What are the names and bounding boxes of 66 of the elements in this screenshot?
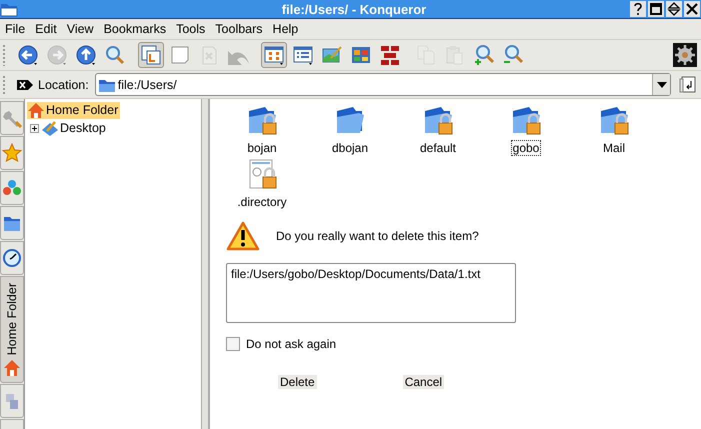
checkbox-label[interactable]: Do not ask again [246,337,336,351]
file-name[interactable]: Mail [600,140,627,156]
search-icon [104,44,126,66]
caret-icon [656,82,666,88]
delete-button[interactable]: Delete [278,375,317,389]
blank-page-icon [169,44,191,66]
menu-item[interactable]: View [66,22,94,36]
star-icon [2,143,22,163]
shade-icon[interactable] [666,1,682,17]
sidebar-tab[interactable] [0,136,24,170]
tree-item[interactable]: Desktop [41,120,108,136]
locked-folder-icon[interactable] [422,105,454,137]
menu-item[interactable]: Tools [176,22,206,36]
checkbox[interactable] [226,337,240,351]
file-name[interactable]: default [418,140,458,156]
sidebar-tab[interactable]: Home Folder [0,276,24,384]
wrench-icon [2,108,22,128]
file-name[interactable]: bojan [245,140,279,156]
gear-logo-icon [673,43,697,67]
toolbar-handle[interactable] [2,75,6,94]
path-list: file:/Users/gobo/Desktop/Documents/Data/1.txt [226,263,516,323]
file-name[interactable]: gobo [510,140,542,156]
menu-item[interactable]: Edit [35,22,57,36]
toolbar-handle[interactable] [2,44,6,66]
icon-grid-icon [263,44,285,66]
plus-icon [30,124,39,132]
file-name[interactable]: .directory [235,194,289,210]
location-field[interactable]: file:/Users/ [94,73,671,96]
go-icon[interactable] [679,76,697,94]
locked-folder-icon[interactable] [246,105,278,137]
close-icon[interactable] [684,1,700,17]
desktop-icon [41,120,59,136]
dropdown-button[interactable] [652,74,670,95]
file-name[interactable]: dbojan [330,140,370,156]
sidebar-tab[interactable] [0,206,24,240]
splitter-handle[interactable] [201,99,209,429]
split-window-icon [140,44,162,66]
menu-item[interactable]: File [5,22,26,36]
detail-list-icon [292,44,314,66]
menu-item[interactable]: Help [272,22,298,36]
location-label: Location: [38,78,89,92]
maximize-icon[interactable] [648,1,664,17]
icon-grid-button[interactable] [261,42,287,68]
dialog-message: Do you really want to delete this item? [276,229,479,243]
warning-icon [226,221,260,251]
locked-folder-icon[interactable] [510,105,542,137]
clear-location-icon[interactable] [16,78,34,92]
menu-item[interactable]: Toolbars [215,22,263,36]
cancel-button[interactable]: Cancel [402,375,444,389]
clock-icon [2,248,22,268]
zoom-out-icon [502,44,524,66]
brick-wall-icon [379,44,401,66]
expand-toggle[interactable] [30,124,39,132]
colored-tiles-icon [350,44,372,66]
split-window-button[interactable] [138,42,164,68]
folder-icon [0,1,18,17]
house-icon [2,358,22,378]
sidebar-tab[interactable] [0,241,24,275]
window-title: file:/Users/ - Konqueror [280,2,428,16]
locked-folder-icon[interactable] [598,105,630,137]
tree-item[interactable]: Home Folder [27,102,120,118]
sidebar-tab[interactable] [0,171,24,205]
zoom-in-icon [473,44,495,66]
help-icon[interactable] [630,1,646,17]
menu-item[interactable]: Bookmarks [104,22,166,36]
colored-balls-icon [2,178,22,198]
